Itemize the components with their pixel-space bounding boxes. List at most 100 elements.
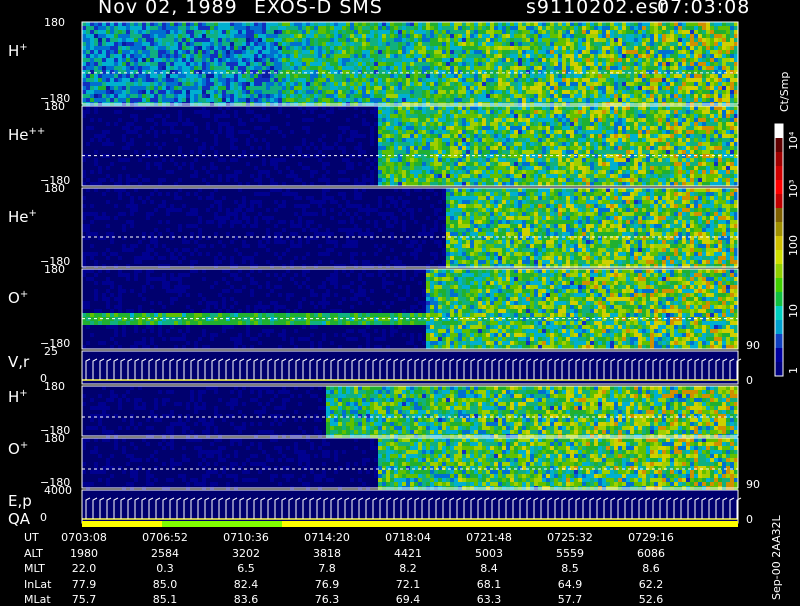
- spectrogram-cell: [582, 182, 586, 186]
- spectrogram-cell: [386, 138, 390, 142]
- spectrogram-cell: [382, 158, 386, 162]
- spectrogram-cell: [474, 166, 478, 170]
- spectrogram-cell: [558, 150, 562, 154]
- spectrogram-cell: [326, 162, 330, 166]
- spectrogram-cell: [562, 146, 566, 150]
- spectrogram-cell: [586, 166, 590, 170]
- spectrogram-cell: [118, 58, 122, 62]
- spectrogram-cell: [406, 122, 410, 126]
- spectrogram-cell: [710, 26, 714, 30]
- spectrogram-cell: [586, 150, 590, 154]
- spectrogram-cell: [154, 162, 158, 166]
- spectrogram-cell: [414, 90, 418, 94]
- spectrogram-cell: [594, 94, 598, 98]
- spectrogram-cell: [102, 74, 106, 78]
- spectrogram-cell: [718, 70, 722, 74]
- spectrogram-cell: [230, 42, 234, 46]
- spectrogram-cell: [166, 30, 170, 34]
- spectrogram-cell: [526, 50, 530, 54]
- spectrogram-cell: [522, 42, 526, 46]
- spectrogram-cell: [214, 54, 218, 58]
- spectrogram-cell: [354, 146, 358, 150]
- spectrogram-cell: [406, 86, 410, 90]
- spectrogram-cell: [198, 146, 202, 150]
- spectrogram-cell: [718, 38, 722, 42]
- spectrogram-cell: [542, 42, 546, 46]
- spectrogram-cell: [562, 62, 566, 66]
- spectrogram-cell: [502, 58, 506, 62]
- spectrogram-cell: [398, 34, 402, 38]
- spectrogram-cell: [194, 86, 198, 90]
- spectrogram-cell: [590, 78, 594, 82]
- spectrogram-cell: [666, 46, 670, 50]
- spectrogram-cell: [582, 66, 586, 70]
- spectrogram-cell: [706, 30, 710, 34]
- spectrogram-cell: [726, 22, 730, 26]
- spectrogram-cell: [294, 54, 298, 58]
- spectrogram-cell: [510, 174, 514, 178]
- spectrogram-cell: [210, 74, 214, 78]
- spectrogram-cell: [710, 78, 714, 82]
- spectrogram-cell: [566, 30, 570, 34]
- spectrogram-cell: [402, 90, 406, 94]
- spectrogram-cell: [510, 138, 514, 142]
- spectrogram-cell: [638, 34, 642, 38]
- spectrogram-cell: [578, 126, 582, 130]
- spectrogram-cell: [430, 174, 434, 178]
- spectrogram-cell: [306, 130, 310, 134]
- spectrogram-cell: [390, 150, 394, 154]
- spectrogram-cell: [706, 94, 710, 98]
- spectrogram-cell: [278, 70, 282, 74]
- spectrogram-cell: [650, 54, 654, 58]
- spectrogram-cell: [694, 26, 698, 30]
- spectrogram-cell: [558, 158, 562, 162]
- spectrogram-cell: [298, 70, 302, 74]
- spectrogram-cell: [570, 86, 574, 90]
- spectrogram-cell: [154, 122, 158, 126]
- spectrogram-cell: [494, 34, 498, 38]
- spectrogram-cell: [430, 162, 434, 166]
- spectrogram-cell: [526, 90, 530, 94]
- spectrogram-cell: [662, 42, 666, 46]
- spectrogram-cell: [718, 34, 722, 38]
- spectrogram-cell: [426, 150, 430, 154]
- spectrogram-cell: [246, 130, 250, 134]
- spectrogram-cell: [306, 98, 310, 102]
- spectrogram-cell: [650, 42, 654, 46]
- spectrogram-cell: [302, 110, 306, 114]
- spectrogram-cell: [222, 38, 226, 42]
- spectrogram-cell: [326, 42, 330, 46]
- spectrogram-cell: [326, 38, 330, 42]
- spectrogram-cell: [590, 106, 594, 110]
- spectrogram-cell: [498, 86, 502, 90]
- spectrogram-cell: [102, 130, 106, 134]
- spectrogram-cell: [342, 94, 346, 98]
- spectrogram-cell: [478, 170, 482, 174]
- spectrogram-cell: [482, 82, 486, 86]
- spectrogram-cell: [646, 90, 650, 94]
- spectrogram-cell: [334, 22, 338, 26]
- spectrogram-cell: [678, 82, 682, 86]
- spectrogram-cell: [322, 42, 326, 46]
- spectrogram-cell: [614, 58, 618, 62]
- spectrogram-cell: [234, 86, 238, 90]
- spectrogram-cell: [326, 66, 330, 70]
- spectrogram-cell: [434, 22, 438, 26]
- spectrogram-cell: [182, 58, 186, 62]
- spectrogram-cell: [170, 98, 174, 102]
- spectrogram-cell: [514, 90, 518, 94]
- spectrogram-cell: [606, 70, 610, 74]
- spectrogram-cell: [550, 158, 554, 162]
- spectrogram-cell: [154, 34, 158, 38]
- spectrogram-cell: [86, 86, 90, 90]
- spectrogram-cell: [582, 166, 586, 170]
- spectrogram-cell: [482, 138, 486, 142]
- spectrogram-cell: [350, 30, 354, 34]
- spectrogram-cell: [558, 66, 562, 70]
- spectrogram-cell: [698, 66, 702, 70]
- spectrogram-cell: [658, 26, 662, 30]
- spectrogram-cell: [302, 82, 306, 86]
- spectrogram-cell: [126, 142, 130, 146]
- spectrogram-cell: [498, 22, 502, 26]
- spectrogram-cell: [486, 42, 490, 46]
